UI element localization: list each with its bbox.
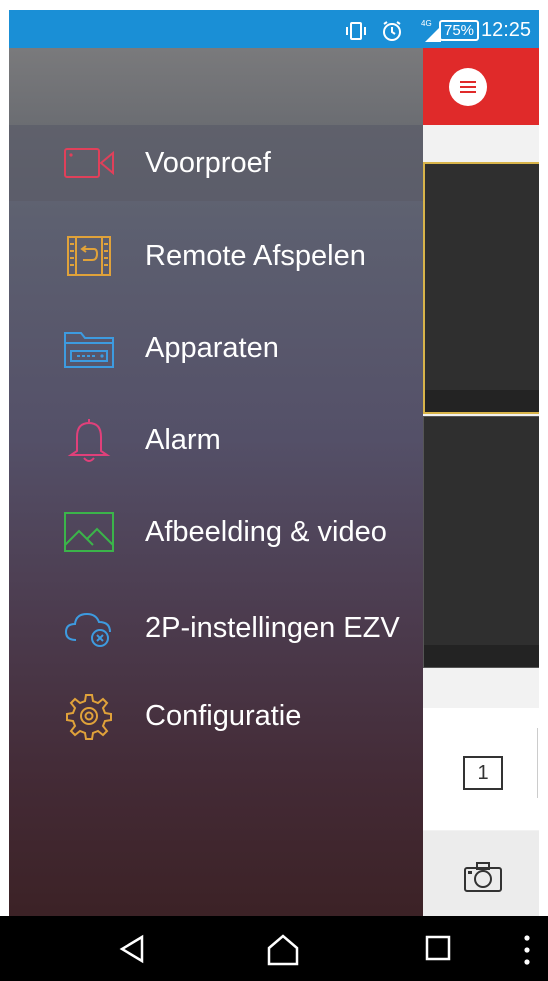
- battery-indicator: 75%: [439, 20, 480, 41]
- menu-item-apparaten[interactable]: Apparaten: [9, 310, 423, 386]
- window-status-strip: [424, 645, 539, 667]
- film-playback-icon: [61, 234, 117, 278]
- divider: [537, 728, 538, 798]
- vibrate-icon: [346, 22, 366, 40]
- overflow-menu-icon[interactable]: [522, 934, 532, 966]
- toolbar-panel: 1: [423, 708, 539, 830]
- menu-item-afbeelding-video[interactable]: Afbeelding & video: [9, 494, 423, 570]
- menu-item-label: Apparaten: [145, 331, 279, 364]
- cloud-settings-icon: [61, 606, 117, 650]
- screen: 4G 75% 12:25 1 Voorproef Remote Afspelen…: [9, 0, 539, 981]
- menu-item-label: Afbeelding & video: [145, 515, 387, 548]
- video-camera-icon: [61, 141, 117, 185]
- menu-item-alarm[interactable]: Alarm: [9, 402, 423, 478]
- bell-icon: [61, 418, 117, 462]
- video-window-2[interactable]: [423, 416, 539, 668]
- hamburger-icon: [460, 81, 476, 93]
- window-status-strip: [425, 390, 539, 412]
- capture-bar: [423, 831, 539, 916]
- menu-item-label: Voorproef: [145, 146, 271, 179]
- menu-item-label: Remote Afspelen: [145, 239, 366, 272]
- menu-item-label: 2P-instellingen EZV: [145, 611, 400, 644]
- recent-apps-icon[interactable]: [424, 934, 452, 962]
- navigation-drawer: Voorproef Remote Afspelen Apparaten Alar…: [9, 48, 423, 916]
- menu-item-label: Alarm: [145, 423, 221, 456]
- back-icon[interactable]: [118, 934, 146, 964]
- menu-button[interactable]: [449, 68, 487, 106]
- status-icons: 4G: [345, 18, 443, 44]
- menu-item-voorproef[interactable]: Voorproef: [9, 125, 423, 201]
- gear-icon: [61, 694, 117, 740]
- menu-item-label: Configuratie: [145, 699, 302, 732]
- menu-item-p2p-instellingen[interactable]: 2P-instellingen EZV: [9, 590, 423, 666]
- svg-text:4G: 4G: [421, 19, 432, 28]
- video-window-1[interactable]: [423, 162, 539, 414]
- image-icon: [61, 510, 117, 554]
- home-icon[interactable]: [266, 934, 300, 966]
- device-folder-icon: [61, 326, 117, 370]
- camera-snapshot-icon[interactable]: [463, 861, 503, 893]
- clock: 12:25: [481, 19, 532, 41]
- window-split-button[interactable]: 1: [463, 756, 503, 790]
- system-nav-bar: [0, 916, 548, 981]
- drawer-header: [9, 48, 423, 125]
- menu-item-remote-afspelen[interactable]: Remote Afspelen: [9, 218, 423, 294]
- status-bar: 4G 75% 12:25: [9, 10, 539, 48]
- menu-item-configuratie[interactable]: Configuratie: [9, 678, 423, 754]
- alarm-icon: [383, 21, 401, 41]
